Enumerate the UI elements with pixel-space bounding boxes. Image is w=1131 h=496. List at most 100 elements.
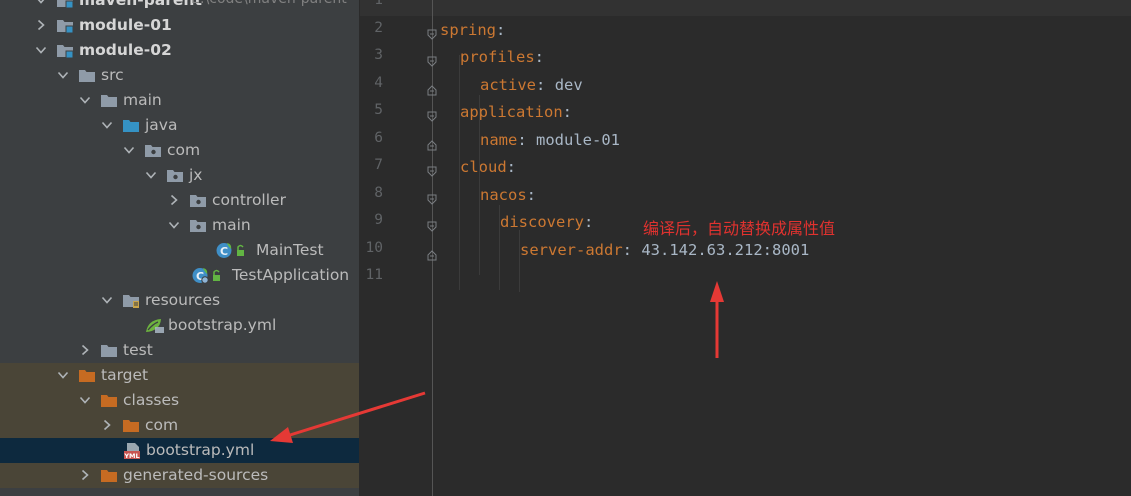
chevron-down-icon[interactable] — [144, 168, 158, 182]
tree-row[interactable]: controller — [0, 188, 359, 213]
yaml-value: 43.142.63.212:8001 — [641, 240, 810, 259]
yml-file-icon: YML — [123, 442, 143, 460]
tree-row[interactable]: com — [0, 413, 359, 438]
code-editor[interactable]: 1 2 spring: 3 profiles: 4 active: dev 5 applicat… — [270, 0, 1131, 496]
line-number: 3 — [374, 47, 383, 63]
tree-row[interactable]: resources — [0, 288, 359, 313]
tree-row[interactable]: main — [0, 88, 359, 113]
indent-guide — [519, 230, 520, 292]
yaml-key: application — [460, 103, 563, 121]
chevron-right-icon[interactable] — [167, 193, 181, 207]
chevron-down-icon[interactable] — [78, 393, 92, 407]
svg-text:YML: YML — [123, 452, 139, 460]
chevron-down-icon[interactable] — [100, 118, 114, 132]
resources-root-icon — [122, 292, 140, 309]
tree-row[interactable]: module-02 — [0, 38, 359, 63]
code-line[interactable]: name: module-01 — [480, 131, 620, 149]
current-line-highlight — [360, 0, 1131, 16]
code-line[interactable]: discovery: — [500, 213, 593, 231]
code-line[interactable]: application: — [460, 103, 572, 121]
fold-start-icon[interactable] — [426, 108, 438, 122]
excluded-folder-icon — [122, 417, 140, 434]
fold-end-icon[interactable] — [426, 81, 438, 95]
chevron-down-icon[interactable] — [167, 218, 181, 232]
fold-start-icon[interactable] — [426, 163, 438, 177]
line-number: 7 — [374, 157, 383, 173]
fold-end-icon[interactable] — [426, 136, 438, 150]
yaml-colon: : — [496, 20, 506, 39]
package-icon — [144, 142, 162, 159]
line-number: 8 — [374, 184, 383, 201]
line-number: 1 — [374, 0, 383, 8]
chevron-right-icon[interactable] — [78, 343, 92, 357]
fold-start-icon[interactable] — [426, 218, 438, 232]
tree-row[interactable]: C MainTest — [0, 238, 359, 263]
chevron-right-icon[interactable] — [34, 18, 48, 32]
code-line[interactable]: cloud: — [460, 158, 516, 176]
yaml-key: discovery — [500, 213, 584, 231]
yaml-value: dev — [554, 75, 583, 94]
tree-item-label: TestApplication — [232, 266, 350, 284]
tree-row[interactable]: YML bootstrap.yml — [0, 438, 359, 463]
code-line[interactable]: profiles: — [460, 48, 544, 66]
line-number: 5 — [374, 102, 383, 118]
yaml-value: module-01 — [536, 130, 621, 149]
code-line[interactable]: server-addr: 43.142.63.212:8001 — [520, 241, 809, 259]
tree-row[interactable]: C TestApplication — [0, 263, 359, 288]
tree-item-label: classes — [123, 391, 180, 409]
fold-end-icon[interactable] — [426, 246, 438, 260]
yaml-key: name — [480, 130, 518, 149]
tree-row[interactable]: test — [0, 338, 359, 363]
tree-row[interactable]: classes — [0, 388, 359, 413]
tree-row[interactable]: java — [0, 113, 359, 138]
tree-row[interactable]: module-01 — [0, 13, 359, 38]
fold-start-icon[interactable] — [426, 53, 438, 67]
chevron-down-icon[interactable] — [122, 143, 136, 157]
chevron-down-icon[interactable] — [56, 68, 70, 82]
tree-row[interactable]: generated-sources — [0, 463, 359, 488]
code-line[interactable]: spring: — [440, 21, 505, 39]
indent-guide — [459, 55, 460, 290]
line-number: 11 — [365, 267, 383, 283]
package-icon — [189, 217, 207, 234]
excluded-folder-icon — [100, 392, 118, 409]
chevron-down-icon[interactable] — [56, 368, 70, 382]
line-number: 4 — [374, 74, 383, 91]
code-line[interactable]: nacos: — [480, 186, 536, 204]
code-line[interactable]: active: dev — [480, 76, 583, 94]
chevron-right-icon[interactable] — [100, 418, 114, 432]
chevron-down-icon[interactable] — [34, 0, 48, 7]
tree-row[interactable]: target — [0, 363, 359, 388]
folder-icon — [100, 92, 118, 109]
tree-row[interactable]: jx — [0, 163, 359, 188]
chevron-down-icon[interactable] — [78, 93, 92, 107]
tree-row[interactable]: src — [0, 63, 359, 88]
annotation-text: 编译后，自动替换成属性值 — [643, 219, 836, 238]
yaml-colon: : — [622, 240, 632, 259]
yaml-colon: : — [534, 48, 544, 66]
package-icon — [166, 167, 184, 184]
chevron-right-icon[interactable] — [78, 468, 92, 482]
chevron-down-icon[interactable] — [34, 43, 48, 57]
tree-root-row[interactable]: maven-parentE:\code\maven-parent — [0, 0, 359, 13]
line-number: 10 — [365, 239, 383, 256]
tree-row[interactable]: bootstrap.yml — [0, 313, 359, 338]
project-tree[interactable]: maven-parentE:\code\maven-parent module-0… — [0, 0, 359, 496]
yaml-colon: : — [584, 213, 594, 231]
indent-guide — [499, 205, 500, 290]
tree-item-label: controller — [212, 191, 286, 209]
tree-item-label: jx — [189, 166, 203, 184]
yaml-key: spring — [440, 20, 496, 39]
tree-row[interactable]: main — [0, 213, 359, 238]
chevron-down-icon[interactable] — [100, 293, 114, 307]
arrow-up-head — [710, 281, 724, 302]
tree-row[interactable]: com — [0, 138, 359, 163]
indent-guide — [479, 95, 480, 275]
yaml-key: server-addr — [520, 240, 623, 259]
tree-item-label: MainTest — [256, 241, 324, 259]
fold-start-icon[interactable] — [426, 26, 438, 40]
package-icon — [189, 192, 207, 209]
tree-item-label: src — [101, 66, 124, 84]
fold-start-icon[interactable] — [426, 191, 438, 205]
tree-item-label: module-01 — [79, 16, 172, 34]
